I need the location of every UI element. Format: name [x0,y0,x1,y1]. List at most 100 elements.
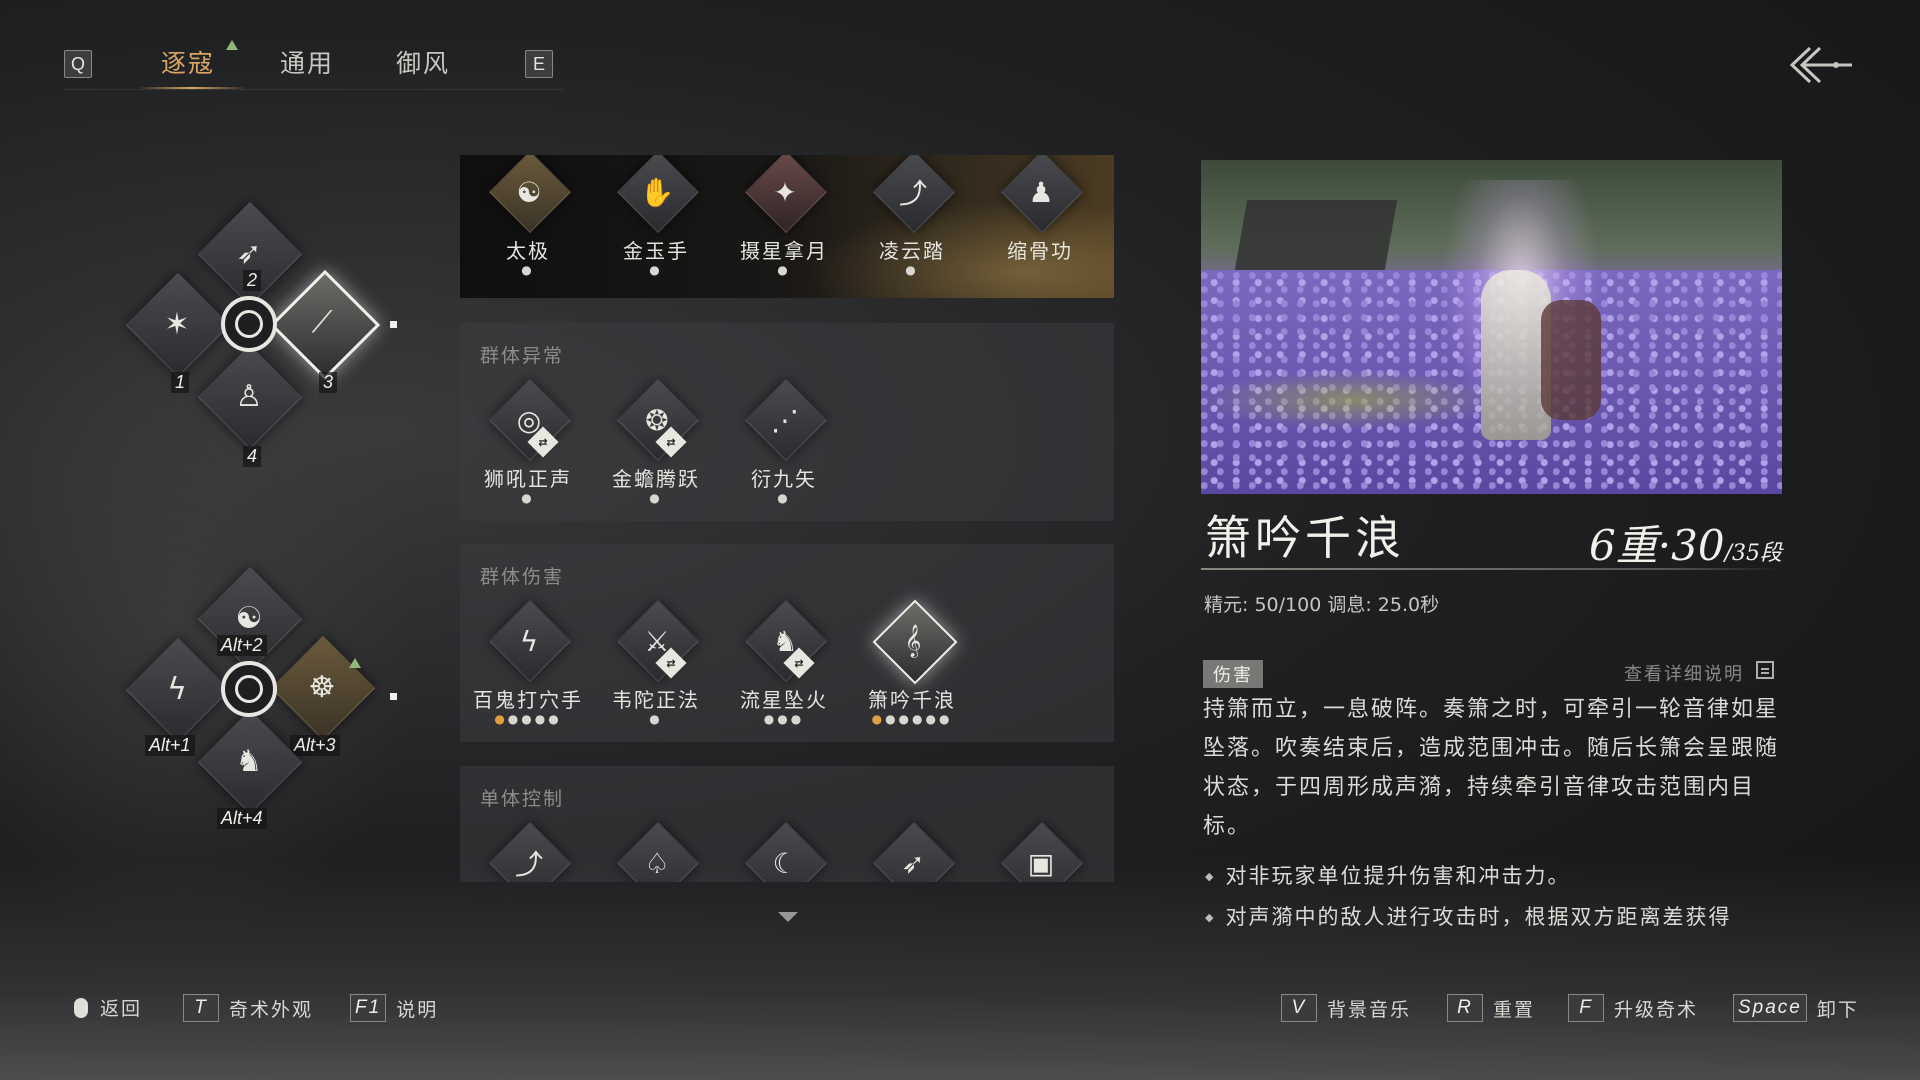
skill-dots: ●●● [763,712,805,726]
skill-description: 持箫而立，一息破阵。奏箫之时，可牵引一轮音律如星坠落。吹奏结束后，造成范围冲击。… [1203,697,1780,839]
dance-icon: ♤ [644,846,670,880]
skill-level: 6重·30/35段 [1589,512,1782,573]
skill-name: 缩骨功 [1007,239,1073,263]
skill-name: 流星坠火 [740,688,828,712]
lock-icon: ▣ [1027,846,1055,880]
skill-name: 狮吼正声 [484,467,572,491]
kick-icon: ⤴ [898,177,927,210]
hint-back[interactable]: 返回 [74,994,142,1021]
claw-icon: ✶ [164,306,190,342]
key-t: T [183,994,219,1022]
page-indicator [390,321,397,328]
skill-jinchantengyue[interactable]: ❂ ⇄ 金蟾腾跃 ● [601,378,711,505]
back-arrow-icon[interactable] [1786,42,1856,88]
skill-dots: ● [777,491,791,505]
skill-stats: 精元: 50/100 调息: 25.0秒 [1204,594,1440,616]
view-details-link[interactable]: 查看详细说明 [1624,660,1744,686]
skill-xiaoyinqianlang[interactable]: 𝄞 箫吟千浪 ●●●●●● [857,599,967,726]
prev-tab-key[interactable]: Q [64,50,92,78]
key-space: Space [1733,994,1807,1022]
skill-weituozhengfa[interactable]: ⚔ ⇄ 韦陀正法 ● [601,599,711,726]
skill-dots: ● [521,263,535,277]
group-control-panel: 群体异常 ◎ ⇄ 狮吼正声 ● ❂ ⇄ 金蟾腾跃 ● ⋰ 衍九矢 ● [460,323,1114,521]
tab-zhukou[interactable]: 逐寇 [161,44,215,80]
skill-dots: ●●●●●● [871,712,953,726]
figure-icon: ♙ [235,378,263,414]
skill-shihouzhengsheng[interactable]: ◎ ⇄ 狮吼正声 ● [473,378,583,505]
skill-liuxingzhuihuo[interactable]: ♞ ⇄ 流星坠火 ●●● [729,599,839,726]
skill-baiguidaxueshou[interactable]: ϟ 百鬼打穴手 ●●●●● [473,599,583,726]
horse-icon: ♞ [235,743,263,779]
skill-yanjiushi[interactable]: ⋰ 衍九矢 ● [729,378,839,505]
slot-number: 4 [243,446,262,467]
spear-icon: ➶ [901,846,925,880]
wheel-center-ring [221,661,277,717]
key-v: V [1281,994,1317,1022]
level-main: 6重·30 [1589,521,1725,570]
skill-preview-image [1201,160,1782,494]
skill-dots: ●●●●● [494,712,562,726]
wheel-center-ring [221,296,277,352]
skill-dots: ● [649,712,663,726]
tab-divider [64,89,564,90]
palm-icon: ✋ [639,175,675,209]
key-r: R [1447,994,1483,1022]
single-control-panel: 单体控制 ⤴ ♤ ☾ ➶ ▣ [460,766,1114,882]
hint-upgrade[interactable]: F 升级奇术 [1568,994,1698,1022]
level-max: /35段 [1724,541,1782,566]
swap-icon: ⇄ [527,426,559,458]
skill-name: 衍九矢 [751,467,817,491]
skill-slot[interactable]: ♤ [601,821,711,882]
skill-slot[interactable]: ▣ [985,821,1095,882]
skill-jinyushou[interactable]: ✋ 金玉手 ● [601,155,711,276]
toad-icon: ❂ [645,403,669,437]
skill-slot[interactable]: ⤴ [473,821,583,882]
swap-icon: ⇄ [655,647,687,679]
skill-slot[interactable]: ☾ [729,821,839,882]
skill-name: 韦陀正法 [612,688,700,712]
skill-taiji[interactable]: ☯ 太极 ● [473,155,583,276]
hint-appearance[interactable]: T 奇术外观 [183,994,313,1022]
arrows-icon: ⋰ [771,403,799,437]
skill-dots: ● [649,491,663,505]
hint-unequip[interactable]: Space 卸下 [1733,994,1859,1022]
skill-name: 太极 [506,239,550,263]
tab-tongyong[interactable]: 通用 [280,44,334,80]
hint-reset[interactable]: R 重置 [1447,994,1535,1022]
hint-music[interactable]: V 背景音乐 [1281,994,1411,1022]
tab-yufeng[interactable]: 御风 [396,44,450,80]
slot-number: 2 [243,270,262,291]
skill-name: 金蟾腾跃 [612,467,700,491]
details-icon[interactable] [1756,661,1774,679]
hint-help[interactable]: F1 说明 [350,994,438,1022]
lightning-icon: ϟ [519,624,539,658]
skill-shexingnayue[interactable]: ✦ 摄星拿月 ● [729,155,839,276]
title-divider [1201,568,1782,570]
slot-number: 1 [171,372,190,393]
skill-dots: ● [649,263,663,277]
skill-dots: ● [905,263,919,277]
roar-icon: ◎ [516,403,542,437]
skill-wheel-primary: ➶ 2 ✶ 1 ⟋ 3 ♙ 4 [125,200,405,480]
skill-dots: ● [777,263,791,277]
skill-suogugong[interactable]: ♟ 缩骨功 [985,155,1095,264]
skill-name: 百鬼打穴手 [473,688,583,712]
upgrade-arrow-icon [226,40,238,50]
slot-number: Alt+4 [217,808,267,829]
upgrade-arrow-icon [349,658,361,668]
taiji-icon: ☸ [308,669,336,705]
skill-slot[interactable]: ➶ [857,821,967,882]
staff-icon: ⚔ [644,624,670,658]
slot-number: Alt+1 [145,735,195,756]
skill-name: 箫吟千浪 [868,688,956,712]
skill-lingyunta[interactable]: ⤴ 凌云踏 ● [857,155,967,276]
category-title: 群体伤害 [480,566,565,588]
group-damage-panel: 群体伤害 ϟ 百鬼打穴手 ●●●●● ⚔ ⇄ 韦陀正法 ● ♞ ⇄ 流星坠火 ●●●… [460,544,1114,742]
slot-number: Alt+3 [290,735,340,756]
effect-bullet: 对非玩家单位提升伤害和冲击力。 [1205,860,1570,890]
skill-dots: ● [521,491,535,505]
next-tab-key[interactable]: E [525,50,553,78]
scroll-down-icon[interactable] [778,912,798,922]
flute-icon: 𝄞 [904,624,922,657]
effect-bullet: 对声漪中的敌人进行攻击时，根据双方距离差获得 [1205,901,1731,931]
